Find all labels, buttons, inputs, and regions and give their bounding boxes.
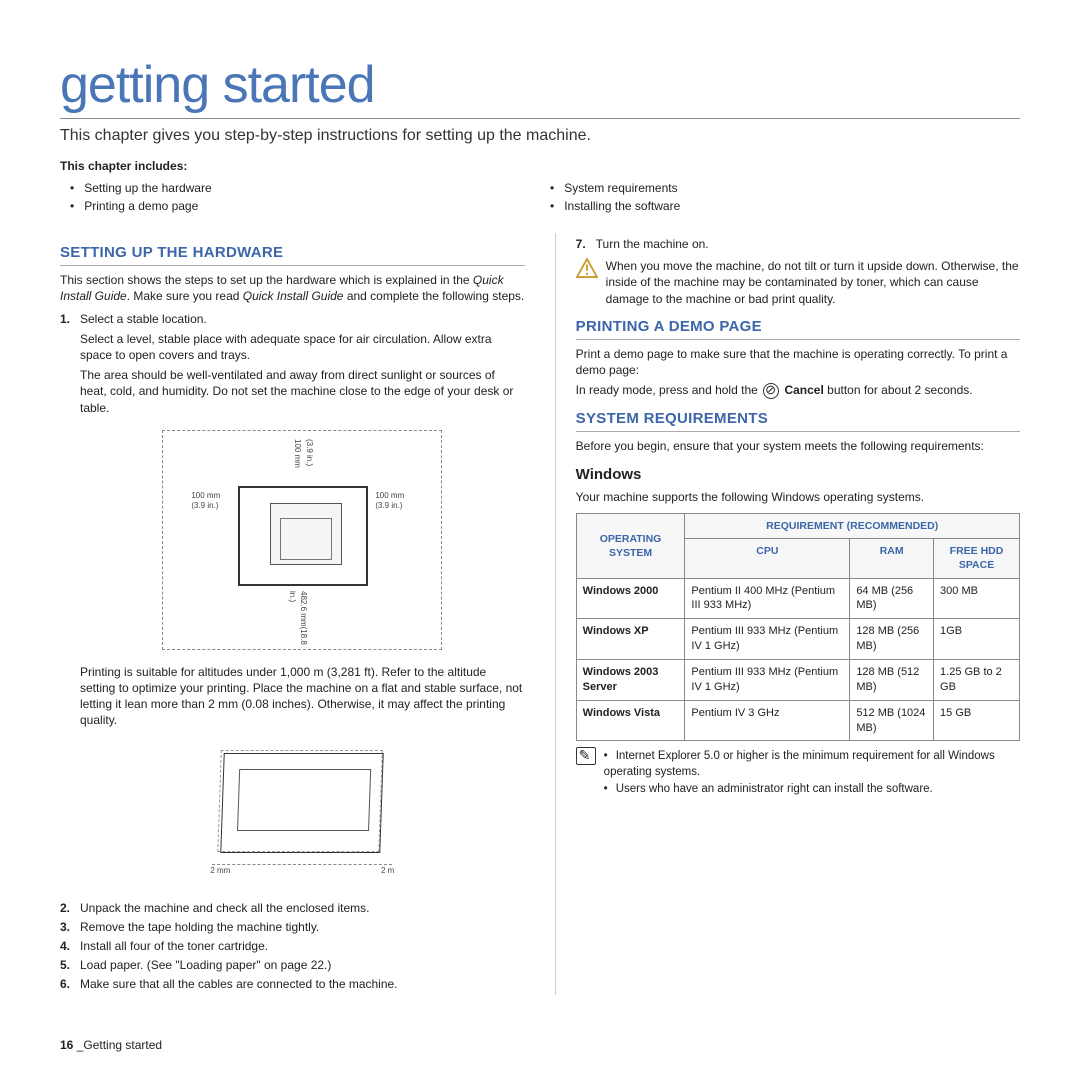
warning-text: When you move the machine, do not tilt o… (606, 258, 1020, 307)
demo-text: Print a demo page to make sure that the … (576, 346, 1020, 378)
step-number: 3. (60, 919, 80, 935)
table-row: Windows VistaPentium IV 3 GHz512 MB (102… (576, 700, 1019, 741)
section-rule (576, 339, 1020, 340)
list-item: System requirements (550, 179, 1020, 197)
includes-left-list: Setting up the hardware Printing a demo … (60, 179, 540, 215)
requirements-table: OPERATING SYSTEM REQUIREMENT (RECOMMENDE… (576, 513, 1020, 741)
section-heading-sysreq: SYSTEM REQUIREMENTS (576, 409, 1020, 429)
step-text: Select a level, stable place with adequa… (80, 331, 525, 363)
th-hdd: FREE HDD SPACE (934, 539, 1020, 578)
th-ram: RAM (850, 539, 934, 578)
step-text: Load paper. (See "Loading paper" on page… (80, 957, 525, 973)
page-title: getting started (60, 55, 1020, 115)
printer-top-icon (238, 486, 368, 586)
step-number: 1. (60, 311, 80, 897)
step-text: Make sure that all the cables are connec… (80, 976, 525, 992)
th-req: REQUIREMENT (RECOMMENDED) (685, 514, 1020, 539)
notes-list: Internet Explorer 5.0 or higher is the m… (604, 747, 1020, 800)
step-text: The area should be well-ventilated and a… (80, 367, 525, 416)
step-text: Install all four of the toner cartridge. (80, 938, 525, 954)
page-footer: 16 _Getting started (60, 1038, 162, 1052)
list-item: Installing the software (550, 197, 1020, 215)
section-rule (576, 431, 1020, 432)
page-subtitle: This chapter gives you step-by-step inst… (60, 127, 1020, 145)
step-number: 6. (60, 976, 80, 992)
title-rule (60, 118, 1020, 119)
sysreq-intro: Before you begin, ensure that your syste… (576, 438, 1020, 454)
level-figure: 2 mm 2 m (182, 743, 422, 883)
step-head: Select a stable location. (80, 311, 525, 327)
table-row: Windows 2000Pentium II 400 MHz (Pentium … (576, 578, 1019, 619)
section-heading-hardware: SETTING UP THE HARDWARE (60, 243, 525, 263)
list-item: Users who have an administrator right ca… (604, 782, 1020, 798)
step-number: 4. (60, 938, 80, 954)
hardware-intro: This section shows the steps to set up t… (60, 272, 525, 304)
step-text: Unpack the machine and check all the enc… (80, 900, 525, 916)
includes-label: This chapter includes: (60, 159, 1020, 173)
list-item: Setting up the hardware (70, 179, 540, 197)
step-text: Turn the machine on. (596, 236, 1020, 252)
includes-right-list: System requirements Installing the softw… (540, 179, 1020, 215)
section-heading-demo: PRINTING A DEMO PAGE (576, 317, 1020, 337)
step-number: 2. (60, 900, 80, 916)
list-item: Printing a demo page (70, 197, 540, 215)
note-icon (576, 747, 596, 765)
th-cpu: CPU (685, 539, 850, 578)
step-number: 7. (576, 236, 596, 252)
th-os: OPERATING SYSTEM (576, 514, 685, 579)
list-item: Internet Explorer 5.0 or higher is the m… (604, 749, 1020, 780)
clearance-figure: 100 mm (3.9 in.) 100 mm (3.9 in.) 100 mm… (162, 430, 442, 650)
altitude-note: Printing is suitable for altitudes under… (80, 664, 525, 729)
step-text: Remove the tape holding the machine tigh… (80, 919, 525, 935)
windows-support-text: Your machine supports the following Wind… (576, 489, 1020, 505)
demo-instruction: In ready mode, press and hold the Cancel… (576, 382, 1020, 399)
table-row: Windows XPPentium III 933 MHz (Pentium I… (576, 619, 1019, 660)
warning-icon (576, 258, 598, 278)
cancel-icon (763, 383, 779, 399)
table-row: Windows 2003 ServerPentium III 933 MHz (… (576, 659, 1019, 700)
section-rule (60, 265, 525, 266)
subheading-windows: Windows (576, 465, 1020, 485)
printer-iso-icon (221, 753, 384, 853)
step-number: 5. (60, 957, 80, 973)
